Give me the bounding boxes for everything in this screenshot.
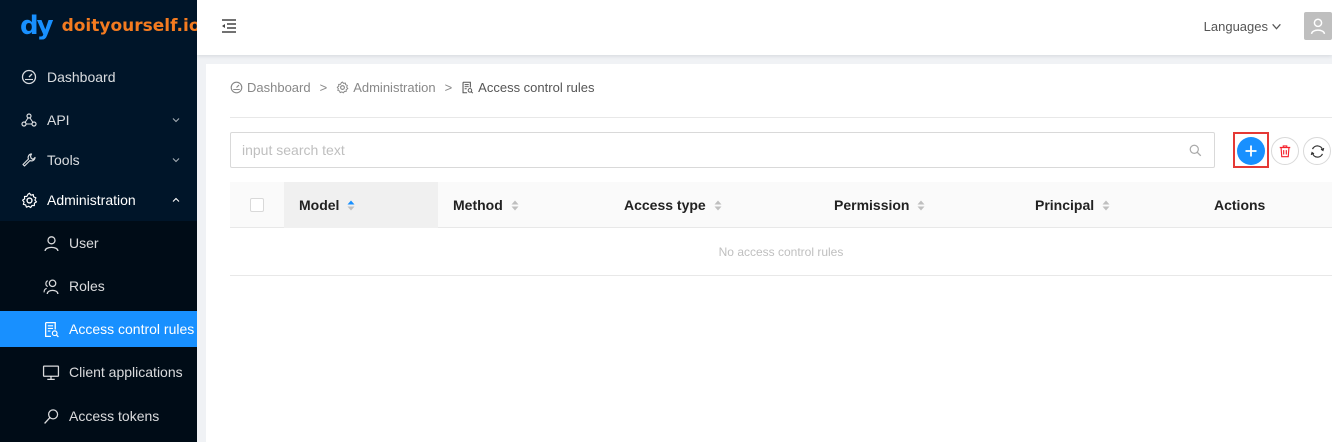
dashboard-icon: [230, 81, 243, 94]
breadcrumb-separator: >: [319, 80, 328, 95]
sidebar-item-label: Client applications: [69, 364, 183, 380]
column-label: Principal: [1035, 197, 1095, 213]
breadcrumb-item-dashboard[interactable]: Dashboard: [230, 80, 311, 95]
languages-dropdown[interactable]: Languages: [1204, 19, 1282, 34]
user-icon: [1310, 18, 1326, 35]
avatar[interactable]: [1304, 12, 1332, 40]
search-icon[interactable]: [1189, 144, 1202, 157]
column-header-permission[interactable]: Permission: [834, 182, 925, 228]
column-header-actions: Actions: [1214, 182, 1265, 228]
sidebar-item-administration[interactable]: Administration: [0, 180, 197, 220]
search-input[interactable]: [231, 133, 1171, 167]
logo-mark: dy: [20, 11, 54, 41]
sidebar-item-access-control-rules[interactable]: Access control rules: [0, 311, 197, 347]
plus-icon: [1245, 145, 1257, 157]
breadcrumb-label: Dashboard: [247, 80, 311, 95]
sidebar-item-label: Tools: [47, 152, 80, 168]
sort-icon: [917, 200, 925, 211]
column-label: Model: [299, 197, 340, 213]
divider: [230, 117, 1332, 118]
user-icon: [42, 234, 60, 252]
sidebar-item-label: Dashboard: [47, 69, 116, 85]
menu-fold-icon[interactable]: [219, 16, 239, 36]
add-rule-button[interactable]: [1237, 137, 1265, 165]
audit-icon: [462, 81, 474, 94]
sidebar-item-label: Administration: [47, 192, 136, 208]
sidebar-item-label: Roles: [69, 278, 105, 294]
sidebar-item-client-applications[interactable]: Client applications: [0, 354, 197, 390]
sync-icon: [1310, 144, 1324, 158]
main-content: Dashboard > Administration > Access cont…: [206, 64, 1332, 442]
gear-icon: [336, 81, 349, 94]
sort-icon: [1102, 200, 1110, 211]
key-search-icon: [42, 407, 60, 425]
api-icon: [20, 111, 38, 129]
delete-button[interactable]: [1271, 137, 1299, 165]
top-header: Languages: [197, 0, 1332, 55]
column-header-principal[interactable]: Principal: [1035, 182, 1110, 228]
languages-label: Languages: [1203, 19, 1268, 34]
column-label: Access type: [624, 197, 706, 213]
column-label: Actions: [1214, 197, 1266, 213]
app-title: doityourself.io: [61, 16, 201, 36]
roles-icon: [42, 277, 60, 295]
search-box: [230, 132, 1215, 168]
desktop-icon: [42, 363, 60, 381]
audit-icon: [42, 320, 60, 338]
sort-icon: [714, 200, 722, 211]
sort-icon: [347, 200, 355, 211]
sidebar-item-tools[interactable]: Tools: [0, 140, 197, 180]
column-label: Method: [453, 197, 503, 213]
column-label: Permission: [834, 197, 910, 213]
sidebar-item-api[interactable]: API: [0, 100, 197, 140]
chevron-up-icon: [172, 197, 180, 202]
table-empty-state: No access control rules: [230, 228, 1332, 276]
chevron-down-icon: [1272, 23, 1281, 30]
sidebar-item-label: Access control rules: [69, 321, 195, 337]
dashboard-icon: [20, 68, 38, 86]
sidebar-item-access-tokens[interactable]: Access tokens: [0, 398, 197, 434]
breadcrumb-label: Access control rules: [478, 80, 595, 95]
sidebar-item-user[interactable]: User: [0, 225, 197, 261]
sidebar-item-dashboard[interactable]: Dashboard: [0, 57, 197, 97]
sort-icon: [511, 200, 519, 211]
app-logo[interactable]: dy doityourself.io: [0, 0, 201, 52]
breadcrumb-separator: >: [444, 80, 453, 95]
sidebar-item-label: API: [47, 112, 70, 128]
refresh-button[interactable]: [1303, 137, 1331, 165]
gear-icon: [20, 191, 38, 209]
select-all-checkbox[interactable]: [250, 198, 264, 212]
breadcrumb-label: Administration: [353, 80, 436, 95]
sidebar-item-label: Access tokens: [69, 408, 160, 424]
trash-icon: [1279, 145, 1291, 158]
breadcrumb-item-administration[interactable]: Administration: [336, 80, 436, 95]
rules-table: Model Method Access type Permission Prin…: [230, 182, 1332, 276]
tool-icon: [20, 151, 38, 169]
breadcrumb-item-access-control-rules: Access control rules: [461, 80, 595, 95]
sidebar-item-label: User: [69, 235, 99, 251]
breadcrumb: Dashboard > Administration > Access cont…: [230, 80, 595, 95]
column-header-method[interactable]: Method: [453, 182, 519, 228]
column-header-model[interactable]: Model: [299, 182, 355, 228]
chevron-down-icon: [172, 158, 180, 163]
chevron-down-icon: [172, 118, 180, 123]
table-header: Model Method Access type Permission Prin…: [230, 182, 1332, 228]
sidebar: dy doityourself.io Dashboard API Tools A…: [0, 0, 201, 442]
column-header-access-type[interactable]: Access type: [624, 182, 722, 228]
sidebar-item-roles[interactable]: Roles: [0, 268, 197, 304]
